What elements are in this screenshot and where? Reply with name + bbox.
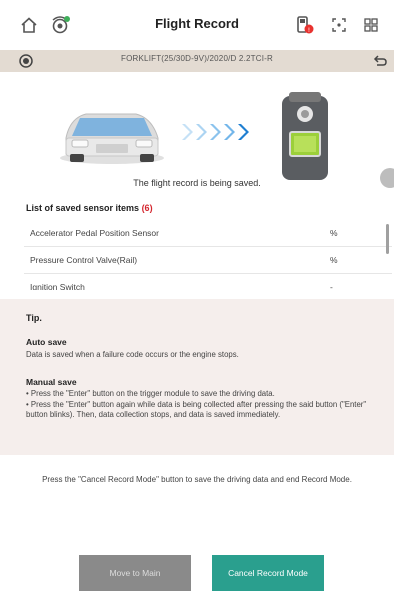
auto-save-title: Auto save [26, 337, 67, 347]
manual-save-list: • Press the "Enter" button on the trigge… [26, 389, 386, 421]
sensor-list[interactable]: Accelerator Pedal Position Sensor % Pres… [24, 220, 392, 290]
sensor-unit: - [330, 282, 333, 290]
list-item[interactable]: Ignition Switch - [24, 274, 392, 290]
manual-save-title: Manual save [26, 377, 77, 387]
transfer-arrows-icon [182, 124, 249, 140]
grid-menu-icon[interactable] [360, 14, 382, 36]
cancel-record-mode-button[interactable]: Cancel Record Mode [212, 555, 324, 591]
svg-text:!: ! [308, 27, 310, 34]
car-icon [60, 113, 164, 164]
vci-status-icon[interactable]: ! [294, 14, 316, 36]
sensor-list-scrollbar[interactable] [386, 224, 389, 254]
home-icon[interactable] [18, 14, 40, 36]
sensor-name: Pressure Control Valve(Rail) [30, 255, 138, 265]
trigger-module-icon [282, 92, 328, 180]
screen-capture-icon[interactable] [328, 14, 350, 36]
sensor-name: Ignition Switch [30, 282, 85, 290]
vehicle-info-bar: FORKLIFT(25/30D-9V)/2020/D 2.2TCI-R [0, 50, 394, 72]
manual-save-item: • Press the "Enter" button again while d… [26, 399, 367, 420]
sensor-list-title: List of saved sensor items [26, 203, 140, 213]
saving-status: The flight record is being saved. [133, 178, 261, 188]
sensor-name: Accelerator Pedal Position Sensor [30, 228, 159, 238]
record-illustration [0, 72, 394, 192]
cancel-note: Press the "Cancel Record Mode" button to… [42, 475, 352, 484]
tip-title: Tip. [26, 313, 42, 323]
sensor-unit: % [330, 228, 338, 238]
side-panel-handle[interactable] [380, 168, 394, 188]
vehicle-connect-icon[interactable] [50, 14, 72, 36]
back-arrow-icon[interactable] [372, 53, 388, 74]
sensor-list-heading: List of saved sensor items (6) [26, 203, 153, 213]
list-item[interactable]: Accelerator Pedal Position Sensor % [24, 220, 392, 247]
sensor-count-badge: (6) [141, 203, 153, 213]
top-bar: Flight Record ! [0, 0, 394, 50]
list-item[interactable]: Pressure Control Valve(Rail) % [24, 247, 392, 274]
sensor-unit: % [330, 255, 338, 265]
vehicle-name: FORKLIFT(25/30D-9V)/2020/D 2.2TCI-R [121, 54, 273, 63]
page-title: Flight Record [155, 16, 239, 31]
manual-save-item: • Press the "Enter" button on the trigge… [26, 389, 275, 398]
auto-save-text: Data is saved when a failure code occurs… [26, 350, 239, 359]
move-to-main-button[interactable]: Move to Main [79, 555, 191, 591]
